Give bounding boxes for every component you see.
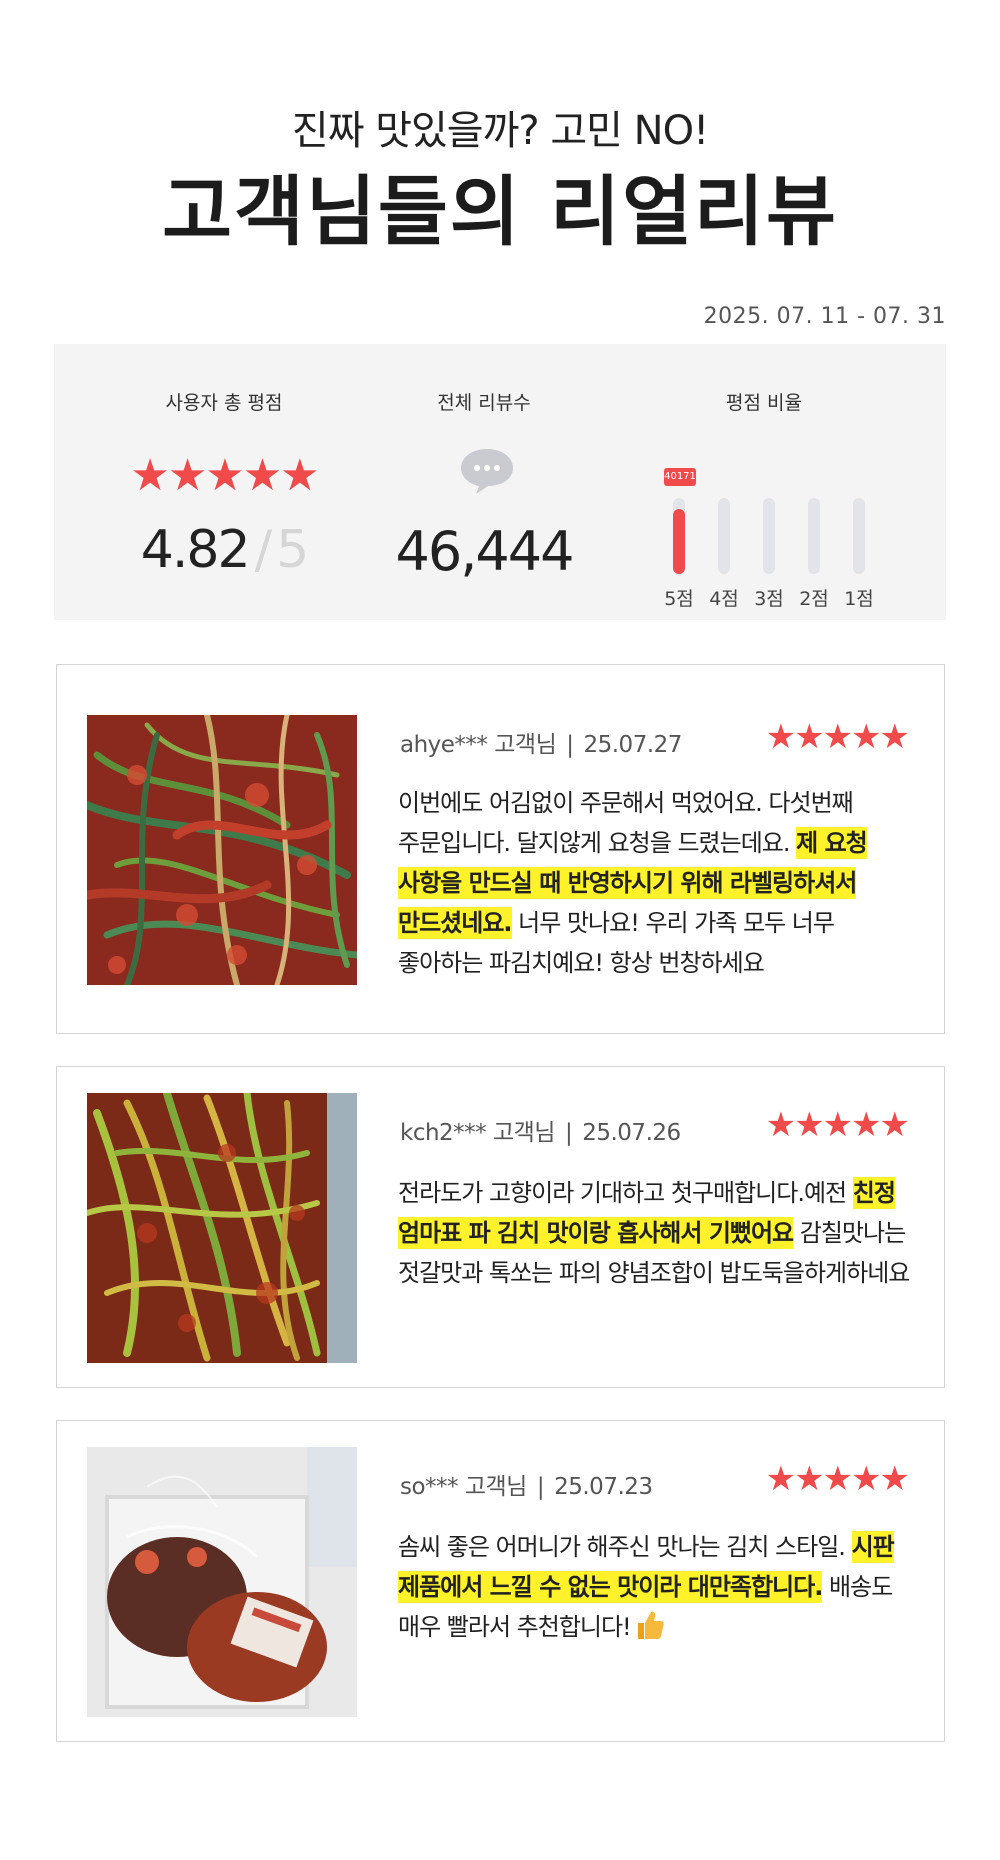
reviewer-name: so*** 고객님 bbox=[400, 1474, 527, 1500]
ratio-bars: 40171 5점 4점 3점 2점 1점 bbox=[614, 434, 914, 610]
review-text: 솜씨 좋은 어머니가 해주신 맛나는 김치 스타일. 시판 제품에서 느낄 수 … bbox=[398, 1527, 918, 1647]
rating-value: 4.82 bbox=[140, 520, 251, 580]
rating-stars-icon: ★★★★★ bbox=[130, 450, 319, 501]
review-meta: so*** 고객님 | 25.07.23 bbox=[400, 1474, 653, 1500]
ratio-bar-track bbox=[763, 498, 775, 574]
total-review-count: 전체 리뷰수 46,444 bbox=[364, 344, 604, 620]
review-stars-icon: ★★★★★ bbox=[765, 1105, 910, 1145]
thumbs-up-icon bbox=[637, 1611, 664, 1639]
rating-max: 5 bbox=[276, 520, 309, 580]
ratio-bar-track bbox=[808, 498, 820, 574]
total-rating: 사용자 총 평점 ★★★★★ 4.82/5 bbox=[104, 344, 344, 620]
ratio-bar: 1점 bbox=[832, 434, 886, 610]
page-title: 고객님들의 리얼리뷰 bbox=[162, 167, 838, 256]
review-stars-icon: ★★★★★ bbox=[765, 717, 910, 757]
ratio-bar-fill bbox=[673, 509, 685, 574]
review-card: ahye*** 고객님 | 25.07.27 ★★★★★ 이번에도 어김없이 주문해… bbox=[56, 664, 945, 1034]
count-label: 전체 리뷰수 bbox=[437, 392, 531, 414]
review-photo bbox=[87, 1093, 357, 1363]
review-text: 전라도가 고향이라 기대하고 첫구매합니다.예전 친정 엄마표 파 김치 맛이랑… bbox=[398, 1173, 918, 1293]
review-photo bbox=[87, 715, 357, 985]
review-card: kch2*** 고객님 | 25.07.26 ★★★★★ 전라도가 고향이라 기대하… bbox=[56, 1066, 945, 1388]
rating-label: 사용자 총 평점 bbox=[165, 392, 283, 414]
ratio-bar-count-badge: 40171 bbox=[664, 468, 696, 486]
rating-score: 4.82/5 bbox=[104, 520, 344, 580]
rating-ratio: 평점 비율 40171 5점 4점 3점 2점 1점 bbox=[614, 344, 914, 620]
review-summary: 사용자 총 평점 ★★★★★ 4.82/5 전체 리뷰수 46,444 평점 비… bbox=[54, 344, 946, 620]
ratio-bar-label: 1점 bbox=[844, 588, 874, 610]
review-meta: kch2*** 고객님 | 25.07.26 bbox=[400, 1120, 681, 1146]
review-card: so*** 고객님 | 25.07.23 ★★★★★ 솜씨 좋은 어머니가 해주신 … bbox=[56, 1420, 945, 1742]
ratio-bar-track bbox=[853, 498, 865, 574]
reviewer-name: kch2*** 고객님 bbox=[400, 1120, 555, 1146]
review-meta: ahye*** 고객님 | 25.07.27 bbox=[400, 732, 682, 758]
review-period: 2025. 07. 11 - 07. 31 bbox=[703, 304, 946, 329]
page-subtitle: 진짜 맛있을까? 고민 NO! bbox=[291, 108, 709, 154]
ratio-bar-track bbox=[718, 498, 730, 574]
review-date: 25.07.27 bbox=[583, 732, 682, 758]
review-text-before: 전라도가 고향이라 기대하고 첫구매합니다.예전 bbox=[398, 1179, 853, 1207]
count-value: 46,444 bbox=[395, 520, 575, 583]
review-text: 이번에도 어김없이 주문해서 먹었어요. 다섯번째 주문입니다. 달지않게 요청… bbox=[398, 783, 918, 983]
ratio-label: 평점 비율 bbox=[726, 392, 802, 414]
review-photo bbox=[87, 1447, 357, 1717]
speech-bubble-icon bbox=[461, 449, 513, 494]
review-date: 25.07.23 bbox=[554, 1474, 653, 1500]
reviewer-name: ahye*** 고객님 bbox=[400, 732, 557, 758]
rating-separator: / bbox=[254, 520, 272, 580]
review-text-before: 이번에도 어김없이 주문해서 먹었어요. 다섯번째 주문입니다. 달지않게 요청… bbox=[398, 789, 854, 857]
review-text-before: 솜씨 좋은 어머니가 해주신 맛나는 김치 스타일. bbox=[398, 1533, 852, 1561]
review-stars-icon: ★★★★★ bbox=[765, 1459, 910, 1499]
review-date: 25.07.26 bbox=[582, 1120, 681, 1146]
